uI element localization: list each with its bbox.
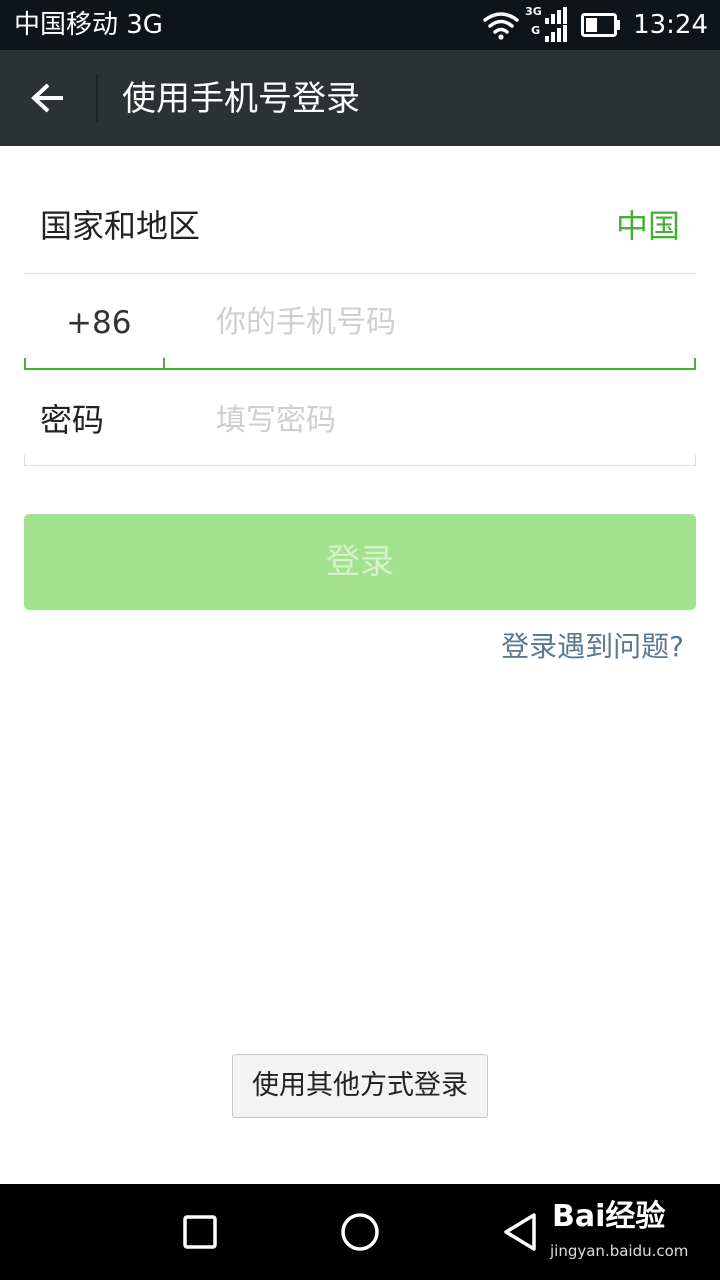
signal-bars-icon (545, 7, 568, 24)
watermark-brand: Bai经验 (552, 1199, 666, 1234)
country-code-selector[interactable]: +86 (24, 274, 164, 368)
login-trouble-link[interactable]: 登录遇到问题? (501, 628, 684, 666)
password-label: 密码 (40, 401, 105, 439)
underline-edge (24, 455, 25, 465)
recent-apps-button[interactable] (174, 1206, 226, 1258)
other-login-methods-button[interactable]: 使用其他方式登录 (232, 1054, 488, 1118)
carrier-name: 中国移动 3G (14, 10, 163, 40)
password-input[interactable] (216, 398, 676, 442)
home-button[interactable] (334, 1206, 386, 1258)
watermark-url: jingyan.baidu.com (550, 1242, 689, 1260)
other-login-label: 使用其他方式登录 (252, 1070, 468, 1101)
status-icons: 3G G 13:24 (483, 4, 708, 46)
wifi-icon (483, 12, 519, 40)
country-region-value[interactable]: 中国 (616, 206, 680, 246)
signal-icon: 3G G (525, 5, 568, 45)
country-code: +86 (66, 305, 132, 341)
signal-bars-icon (545, 25, 568, 42)
back-button[interactable] (18, 68, 78, 128)
system-back-button[interactable] (494, 1206, 546, 1258)
phone-row: +86 (24, 274, 696, 370)
phone-number-input[interactable] (216, 300, 676, 344)
arrow-left-icon (31, 83, 63, 113)
clock: 13:24 (633, 10, 708, 40)
underline-edge (24, 358, 26, 368)
baidu-jingyan-watermark: Bai经验 jingyan.baidu.com (550, 1198, 712, 1268)
code-divider (163, 358, 165, 368)
network-type-bottom: G (531, 24, 541, 37)
battery-icon (581, 13, 621, 37)
login-button-label: 登录 (326, 543, 394, 581)
password-row: 密码 (24, 370, 696, 466)
header-divider (96, 74, 98, 122)
country-region-row[interactable]: 国家和地区 中国 (24, 180, 696, 274)
action-bar: 使用手机号登录 (0, 50, 720, 146)
login-button[interactable]: 登录 (24, 514, 696, 610)
underline-edge (695, 455, 696, 465)
back-icon (504, 1213, 536, 1251)
home-icon (341, 1213, 379, 1251)
underline-edge (694, 358, 696, 368)
page-title: 使用手机号登录 (122, 79, 360, 119)
status-bar: 中国移动 3G 3G G 13:24 (0, 0, 720, 50)
network-type-top: 3G (525, 5, 542, 18)
country-region-label: 国家和地区 (40, 207, 201, 245)
recent-apps-icon (183, 1215, 217, 1249)
navigation-bar: Bai经验 jingyan.baidu.com (0, 1184, 720, 1280)
